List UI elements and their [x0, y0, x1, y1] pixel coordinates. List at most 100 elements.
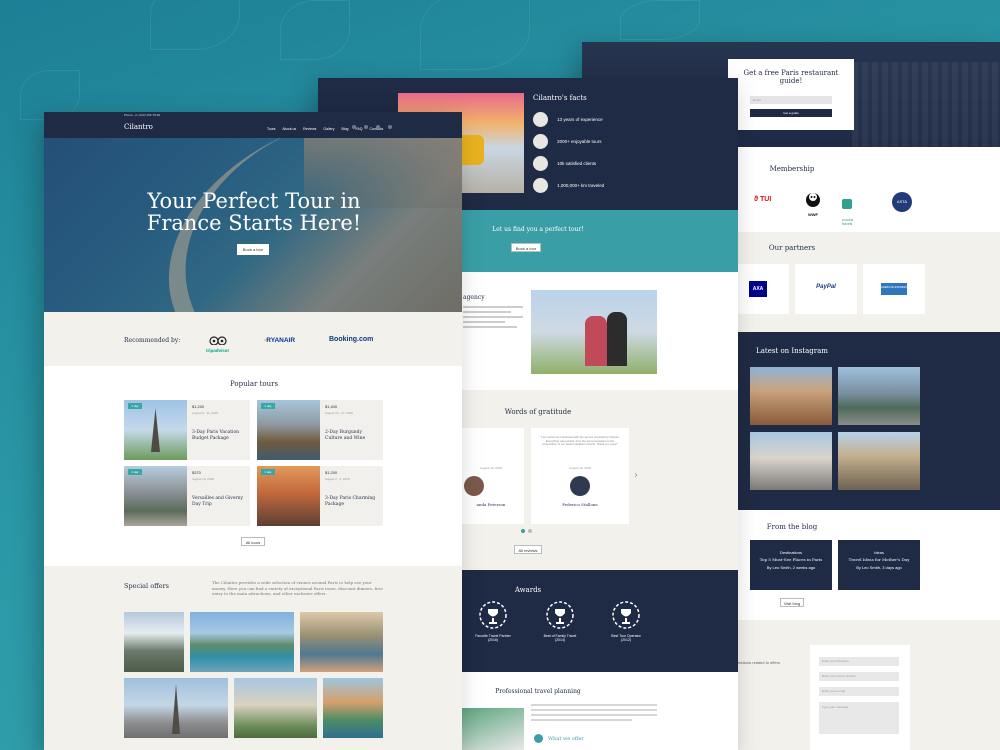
chevron-right-icon[interactable]: ›: [634, 470, 638, 481]
tour-photo-versailles: [124, 466, 187, 526]
tour-card[interactable]: 1 day $1,200 August 8 - 11, 2018 3-Day P…: [124, 400, 250, 460]
award-year: (2014): [554, 638, 566, 642]
nav-blog[interactable]: Blog: [341, 127, 348, 131]
instagram-photo-mountain-road[interactable]: [838, 367, 920, 425]
offer-photo-paris-skyline[interactable]: [124, 678, 228, 738]
asta-logo: ASTA: [892, 192, 912, 212]
award-year: (2012): [620, 638, 632, 642]
agency-text-lines: [463, 306, 523, 331]
exodus-logo: exodus travels: [842, 195, 878, 226]
twitter-icon[interactable]: [388, 125, 393, 129]
instagram-photo-louvre[interactable]: [750, 432, 832, 490]
nav-reviews[interactable]: Reviews: [303, 127, 316, 131]
paypal-logo-card: PayPal: [795, 264, 857, 314]
popular-tours-section: Popular tours 1 day $1,200 August 8 - 11…: [44, 366, 462, 566]
recommended-label: Recommended by:: [124, 337, 181, 344]
cta-book-button[interactable]: Book a tour: [511, 243, 541, 252]
fact-label: 1,000,000+ km traveled: [557, 183, 605, 188]
nav-tours[interactable]: Tours: [267, 127, 276, 131]
instagram-photo-building[interactable]: [838, 432, 920, 490]
review-name: Federico Stallone: [562, 502, 598, 507]
tour-card[interactable]: 1 day $1,400 August 15 - 17, 2018 2-Day …: [257, 400, 383, 460]
amex-logo: AMERICAN EXPRESS: [881, 283, 907, 295]
front-page-mockup: Phone: +1 (123) 456-78-90 Cilantro Tours…: [44, 112, 462, 750]
site-header: Phone: +1 (123) 456-78-90 Cilantro Tours…: [44, 112, 462, 138]
get-guide-button[interactable]: Get a guide: [750, 109, 832, 117]
offer-photo-chateau[interactable]: [234, 678, 317, 738]
blog-post-title: Travel Ideas for Mother's Day: [848, 557, 910, 562]
award-item: Favorite Travel Partner (2016): [463, 600, 523, 642]
guide-email-input[interactable]: Email: [750, 96, 832, 104]
tour-photo-eiffel: [124, 400, 187, 460]
carousel-dot-active[interactable]: [521, 529, 525, 533]
award-year: (2016): [487, 638, 499, 642]
phone-input[interactable]: Enter your phone number: [819, 672, 899, 681]
offer-photo-lake[interactable]: [190, 612, 294, 672]
cta-title: Let us find you a perfect tour!: [492, 226, 584, 233]
offer-photo-alps-village[interactable]: [124, 612, 184, 672]
nav-gallery[interactable]: Gallery: [323, 127, 334, 131]
message-textarea[interactable]: Type your message: [819, 702, 899, 734]
tour-card[interactable]: 1 day $1,200 August 2 - 4, 2018 3-Day Pa…: [257, 466, 383, 526]
review-avatar: [464, 476, 484, 496]
tour-card[interactable]: 1 day $370 August 19, 2018 Versailles an…: [124, 466, 250, 526]
facebook-icon[interactable]: [352, 125, 356, 129]
background-leaf-decoration: [280, 0, 350, 60]
facts-title: Cilantro's facts: [533, 94, 587, 102]
hero-section: Your Perfect Tour in France Starts Here!…: [44, 138, 462, 312]
offer-photo-rio[interactable]: [300, 612, 383, 672]
visit-blog-button[interactable]: Visit blog: [780, 598, 804, 607]
blog-post-category: Ideas: [874, 550, 884, 555]
site-logo[interactable]: Cilantro: [124, 123, 153, 131]
tour-dates: August 2 - 4, 2018: [325, 477, 350, 481]
review-date: August 19, 2018: [480, 466, 502, 470]
awards-title: Awards: [514, 586, 542, 594]
name-input[interactable]: Enter your full name: [819, 657, 899, 666]
fact-icon: [533, 178, 548, 193]
offer-photo-coast[interactable]: [323, 678, 383, 738]
social-icons: [352, 114, 393, 133]
tour-badge: 1 day: [128, 469, 142, 475]
special-text: The Cilantro provides a wide selection o…: [212, 580, 383, 596]
special-title: Special offers: [124, 582, 170, 590]
fact-item: 13 years of experience: [533, 109, 603, 127]
tripadvisor-logo: tripadvisor: [206, 330, 229, 353]
contact-form-card: Enter your full name Enter your phone nu…: [810, 645, 910, 750]
laurel-trophy-icon: [479, 601, 507, 629]
ryanair-logo: •RYANAIR: [264, 337, 296, 344]
tour-name: 2-Day Burgundy Culture and Wine: [325, 430, 366, 441]
blog-title: From the blog: [766, 523, 818, 531]
fact-label: 13 years of experience: [557, 117, 603, 122]
background-leaf-decoration: [150, 0, 240, 50]
tour-price: $1,200: [325, 470, 338, 475]
youtube-icon[interactable]: [376, 125, 381, 129]
tour-price: $1,400: [325, 404, 338, 409]
membership-title: Membership: [769, 165, 815, 173]
planning-subtitle: What we offer: [548, 736, 584, 742]
wwf-logo: WWF: [804, 190, 822, 217]
review-card: "I am extremely impressed with the servi…: [531, 428, 629, 524]
hero-title-line1: Your Perfect Tour in: [147, 189, 361, 213]
nav-about[interactable]: About us: [282, 127, 296, 131]
tour-badge: 1 day: [261, 469, 275, 475]
email-input[interactable]: Enter your e-mail: [819, 687, 899, 696]
all-tours-button[interactable]: All tours: [241, 537, 265, 546]
instagram-icon[interactable]: [364, 125, 369, 129]
planning-title: Professional travel planning: [495, 688, 581, 695]
review-card: August 19, 2018 anda Peterson: [458, 428, 524, 524]
blog-post-card[interactable]: Destinations Top 5 Must-See Places in Pa…: [750, 540, 832, 590]
tour-name: 3-Day Paris Charming Package: [325, 496, 376, 507]
guide-title: Get a free Paris restaurant guide!: [728, 69, 854, 85]
guide-card: Get a free Paris restaurant guide! Email…: [728, 59, 854, 130]
blog-post-author: By Leo Smith, 3 days ago: [856, 565, 902, 570]
fact-label: 2000+ enjoyable tours: [557, 139, 602, 144]
award-item: Best Tour Operator (2012): [596, 600, 656, 642]
guide-title-line2: guide!: [779, 77, 803, 85]
hero-book-button[interactable]: Book a tour: [237, 244, 269, 255]
blog-post-card[interactable]: Ideas Travel Ideas for Mother's Day By L…: [838, 540, 920, 590]
instagram-photo-street[interactable]: [750, 367, 832, 425]
partners-title: Our partners: [768, 244, 816, 252]
carousel-dot[interactable]: [528, 529, 532, 533]
all-reviews-button[interactable]: All reviews: [514, 545, 542, 554]
fact-item: 2000+ enjoyable tours: [533, 131, 602, 149]
